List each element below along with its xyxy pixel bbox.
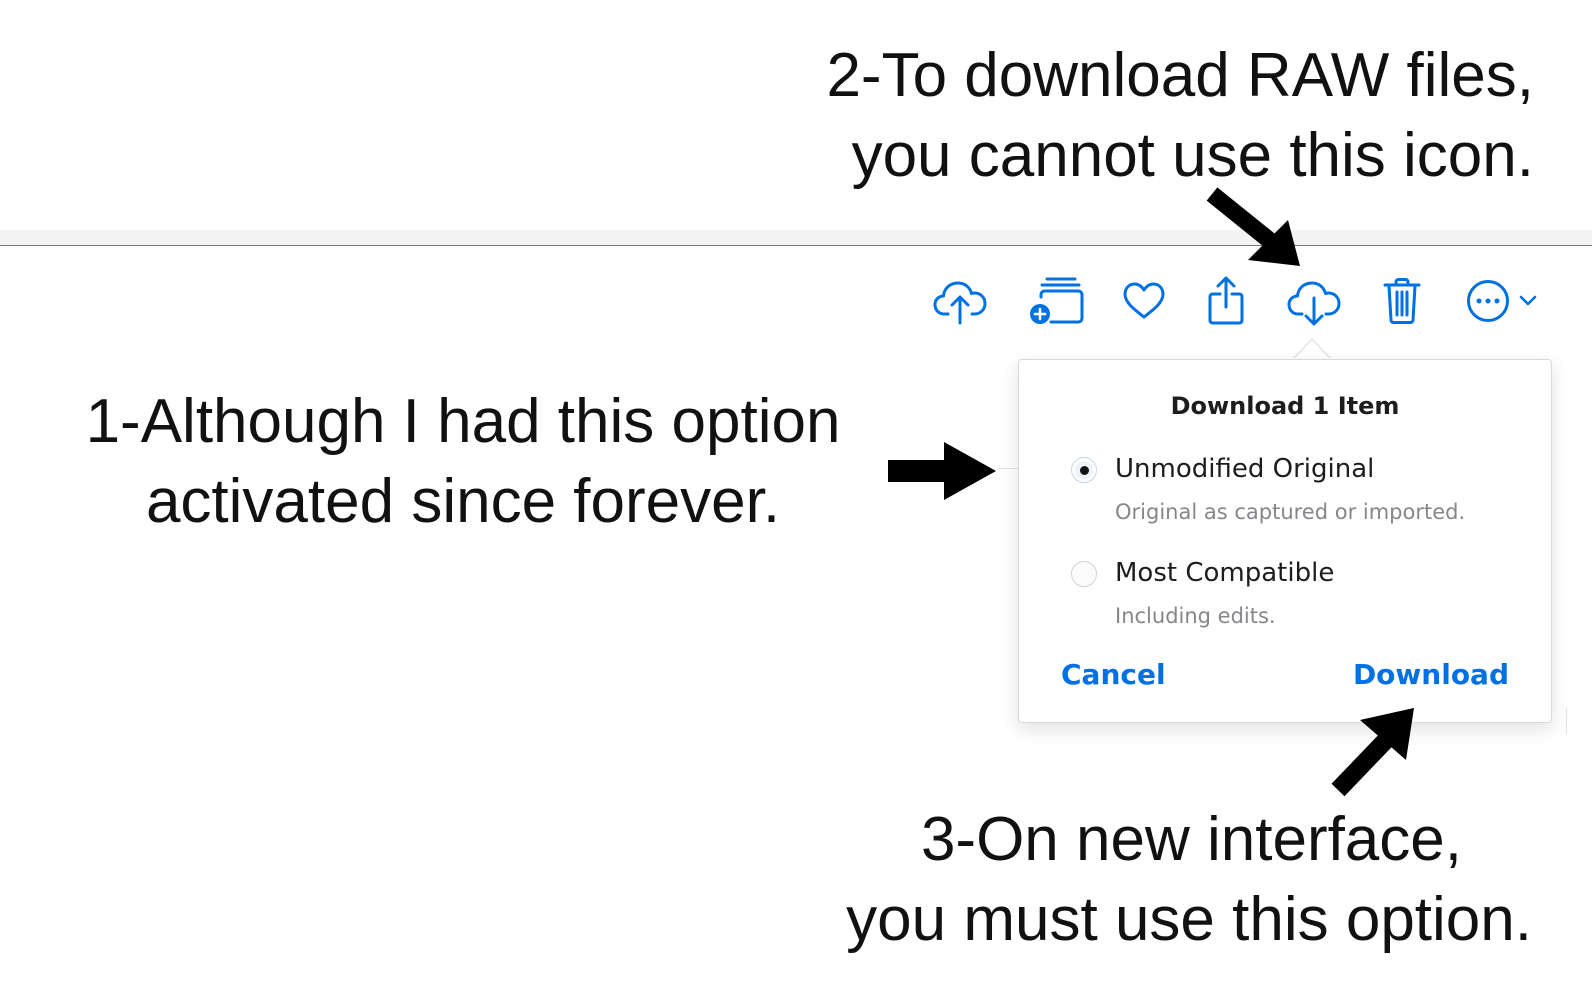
option-label: Most Compatible [1115, 558, 1335, 588]
chevron-down-icon [1519, 295, 1537, 306]
more-icon [1467, 280, 1509, 322]
annotation-raw-files: 2-To download RAW files, you cannot use … [826, 36, 1534, 196]
annotation-new-interface: 3-On new interface, you must use this op… [846, 800, 1532, 960]
annotation-line: you must use this option. [846, 885, 1532, 954]
trash-icon[interactable] [1380, 268, 1424, 334]
more-options-button[interactable] [1462, 268, 1542, 334]
heart-icon[interactable] [1120, 268, 1168, 334]
download-dialog: Download 1 Item Unmodified Original Orig… [1018, 359, 1552, 723]
annotation-line: 3-On new interface, [920, 805, 1462, 874]
share-icon[interactable] [1204, 268, 1248, 334]
option-description: Original as captured or imported. [1115, 500, 1466, 524]
annotation-line: 2-To download RAW files, [826, 41, 1534, 110]
arrow-to-download-icon [1206, 187, 1300, 266]
popover-pointer [1292, 338, 1332, 360]
cancel-button[interactable]: Cancel [1061, 658, 1166, 691]
option-description: Including edits. [1115, 604, 1276, 628]
annotation-line: activated since forever. [145, 467, 781, 536]
arrow-to-unmodified-option [888, 442, 996, 500]
arrow-to-download-button [1331, 708, 1414, 797]
dialog-title: Download 1 Item [1170, 392, 1400, 420]
option-most-compatible[interactable]: Most Compatible Including edits. [1071, 556, 1511, 636]
annotation-line: you cannot use this icon. [851, 121, 1534, 190]
download-cloud-icon[interactable] [1284, 268, 1344, 334]
divider [1566, 708, 1567, 734]
upload-cloud-icon[interactable] [930, 268, 990, 334]
option-label: Unmodified Original [1115, 454, 1375, 484]
photo-toolbar [924, 268, 1554, 334]
annotation-option-activated: 1-Although I had this option activated s… [48, 382, 878, 542]
add-to-album-icon[interactable] [1026, 268, 1086, 334]
window-separator [0, 230, 1592, 246]
annotation-line: 1-Although I had this option [85, 387, 841, 456]
radio-button[interactable] [1071, 561, 1097, 587]
option-unmodified-original[interactable]: Unmodified Original Original as captured… [1071, 452, 1511, 532]
divider [996, 468, 1018, 469]
radio-button-selected[interactable] [1071, 457, 1097, 483]
download-button[interactable]: Download [1353, 658, 1509, 691]
